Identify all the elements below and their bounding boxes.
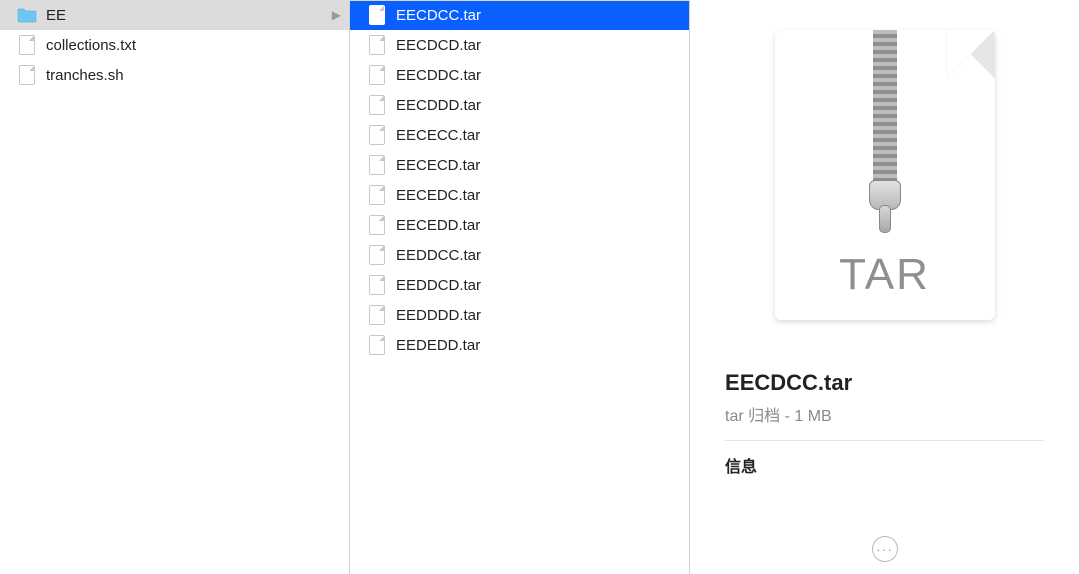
item-label: EECDCD.tar xyxy=(396,37,681,54)
column-2[interactable]: EECDCC.tar EECDCD.tar EECDDC.tar EECDDD.tar… xyxy=(350,0,690,574)
more-button[interactable]: ··· xyxy=(872,536,898,562)
chevron-right-icon: ▶ xyxy=(332,8,341,22)
item-label: EECEDC.tar xyxy=(396,187,681,204)
file-icon xyxy=(366,4,388,26)
file-icon xyxy=(366,274,388,296)
preview-section-info: 信息 xyxy=(725,453,1044,477)
item-label: EECDCC.tar xyxy=(396,7,681,24)
file-icon xyxy=(366,184,388,206)
list-item[interactable]: EECEDD.tar xyxy=(350,210,689,240)
zipper-icon xyxy=(865,30,905,210)
file-icon xyxy=(366,124,388,146)
list-item[interactable]: EECDCC.tar xyxy=(350,0,689,30)
column-1[interactable]: EE ▶ collections.txt tranches.sh xyxy=(0,0,350,574)
file-icon xyxy=(366,64,388,86)
item-label: EEDDDD.tar xyxy=(396,307,681,324)
preview-pane: TAR EECDCC.tar tar 归档 - 1 MB 信息 ··· xyxy=(690,0,1080,574)
item-label: EECECC.tar xyxy=(396,127,681,144)
list-item[interactable]: EEDDCC.tar xyxy=(350,240,689,270)
file-icon xyxy=(366,214,388,236)
list-item[interactable]: EECDDC.tar xyxy=(350,60,689,90)
file-icon xyxy=(366,34,388,56)
list-item[interactable]: tranches.sh xyxy=(0,60,349,90)
list-item[interactable]: collections.txt xyxy=(0,30,349,60)
preview-metadata: EECDCC.tar tar 归档 - 1 MB 信息 xyxy=(725,370,1044,477)
item-label: EECECD.tar xyxy=(396,157,681,174)
item-label: EECEDD.tar xyxy=(396,217,681,234)
item-label: EE xyxy=(46,7,326,24)
item-label: collections.txt xyxy=(46,37,341,54)
folder-icon xyxy=(16,4,38,26)
file-extension-label: TAR xyxy=(839,250,930,300)
list-item[interactable]: EEDDDD.tar xyxy=(350,300,689,330)
list-item[interactable]: EECEDC.tar xyxy=(350,180,689,210)
file-icon xyxy=(366,154,388,176)
list-item[interactable]: EECECC.tar xyxy=(350,120,689,150)
file-icon xyxy=(16,64,38,86)
item-label: EECDDC.tar xyxy=(396,67,681,84)
file-icon xyxy=(366,334,388,356)
file-icon xyxy=(366,94,388,116)
list-item[interactable]: EECDCD.tar xyxy=(350,30,689,60)
list-item[interactable]: EEDEDD.tar xyxy=(350,330,689,360)
list-item[interactable]: EECDDD.tar xyxy=(350,90,689,120)
preview-filename: EECDCC.tar xyxy=(725,370,1044,396)
preview-kind-size: tar 归档 - 1 MB xyxy=(725,402,1044,441)
item-label: tranches.sh xyxy=(46,67,341,84)
item-label: EEDDCC.tar xyxy=(396,247,681,264)
item-label: EEDEDD.tar xyxy=(396,337,681,354)
item-label: EEDDCD.tar xyxy=(396,277,681,294)
list-item[interactable]: EECECD.tar xyxy=(350,150,689,180)
item-label: EECDDD.tar xyxy=(396,97,681,114)
preview-thumbnail: TAR xyxy=(775,30,995,320)
file-icon xyxy=(16,34,38,56)
list-item[interactable]: EEDDCD.tar xyxy=(350,270,689,300)
page-fold-icon xyxy=(947,30,995,78)
file-icon xyxy=(366,304,388,326)
list-item[interactable]: EE ▶ xyxy=(0,0,349,30)
file-icon xyxy=(366,244,388,266)
ellipsis-icon: ··· xyxy=(876,541,893,557)
